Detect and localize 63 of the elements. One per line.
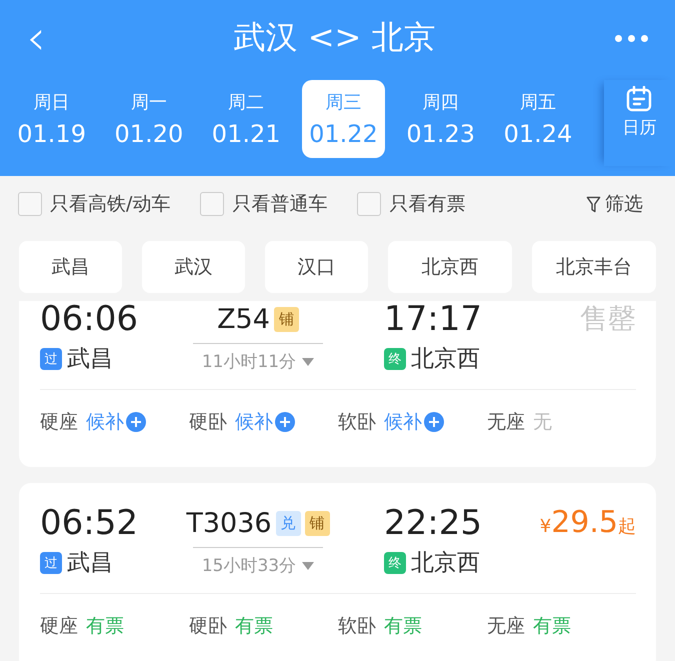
- duration-toggle[interactable]: 15小时33分: [202, 554, 314, 577]
- seat-status: 无: [533, 410, 552, 435]
- duration-toggle[interactable]: 11小时11分: [202, 350, 314, 373]
- filter-label[interactable]: 只看高铁/动车: [50, 191, 170, 217]
- station-name: 北京西: [411, 345, 480, 374]
- plus-icon[interactable]: [275, 412, 295, 432]
- seat-status: 有票: [384, 614, 422, 639]
- arrival-time: 22:25: [384, 502, 483, 545]
- station-name: 北京西: [411, 549, 480, 578]
- station-chip[interactable]: 北京西: [388, 241, 512, 293]
- departure-time: 06:06: [40, 301, 139, 341]
- seat-class: 硬卧: [189, 614, 227, 639]
- date-tab[interactable]: 周四 01.23: [399, 80, 482, 158]
- price-text: ¥29.5起: [540, 504, 636, 542]
- seat-status: 有票: [235, 614, 273, 639]
- filter-label[interactable]: 只看有票: [389, 191, 466, 217]
- train-number: T3036: [186, 508, 272, 538]
- arrival-time: 17:17: [384, 301, 483, 341]
- plus-icon[interactable]: [126, 412, 146, 432]
- train-tag: 铺: [304, 510, 330, 536]
- station-chip[interactable]: 汉口: [265, 241, 368, 293]
- seat-status[interactable]: 候补: [384, 409, 422, 435]
- station-chip[interactable]: 北京丰台: [532, 241, 656, 293]
- station-tag: 过: [40, 348, 62, 370]
- date-tab[interactable]: 周三 01.22: [302, 80, 386, 158]
- seat-class: 硬座: [40, 410, 78, 435]
- seat-class: 无座: [487, 410, 525, 435]
- back-button[interactable]: ‹: [18, 14, 54, 62]
- window-title: 武汉 <> 北京: [234, 17, 436, 58]
- checkbox[interactable]: [18, 192, 42, 216]
- date-tab[interactable]: 周二 01.21: [204, 80, 288, 158]
- seat-class: 硬卧: [189, 410, 227, 435]
- station-chip[interactable]: 武昌: [19, 241, 122, 293]
- filter-button[interactable]: 筛选: [586, 191, 643, 217]
- seat-class: 软卧: [338, 410, 376, 435]
- seat-class: 无座: [487, 614, 525, 639]
- station-tag: 过: [40, 552, 62, 574]
- station-name: 武昌: [67, 345, 113, 374]
- train-number: Z54: [217, 304, 270, 334]
- seat-class: 硬座: [40, 614, 78, 639]
- seat-status: 有票: [86, 614, 124, 639]
- station-chip[interactable]: 武汉: [142, 241, 245, 293]
- calendar-button[interactable]: 日历: [604, 80, 675, 166]
- seat-class: 软卧: [338, 614, 376, 639]
- checkbox[interactable]: [357, 192, 382, 216]
- train-card[interactable]: 06:52 过 武昌 T3036 兑 铺 15小时33分 22:25 终 北京西 ¥29.5起 硬座 有票 硬卧 有票 软卧 有票 无座 有票: [19, 483, 656, 661]
- station-name: 武昌: [67, 549, 113, 578]
- filter-label[interactable]: 只看普通车: [232, 191, 328, 217]
- checkbox[interactable]: [200, 192, 224, 216]
- seat-status[interactable]: 候补: [86, 409, 124, 435]
- station-tag: 终: [384, 552, 406, 574]
- date-tab[interactable]: 周一 01.20: [107, 80, 191, 158]
- seat-status[interactable]: 候补: [235, 409, 273, 435]
- seat-status: 有票: [533, 614, 571, 639]
- train-tag: 铺: [274, 306, 299, 332]
- station-tag: 终: [384, 348, 406, 370]
- date-tab[interactable]: 周日 01.19: [10, 80, 94, 158]
- filter-icon[interactable]: [586, 196, 601, 212]
- train-tag: 兑: [276, 510, 301, 536]
- calendar-icon[interactable]: [626, 86, 652, 112]
- plus-icon[interactable]: [424, 412, 444, 432]
- date-tab[interactable]: 周五 01.24: [496, 80, 580, 158]
- departure-time: 06:52: [40, 502, 139, 545]
